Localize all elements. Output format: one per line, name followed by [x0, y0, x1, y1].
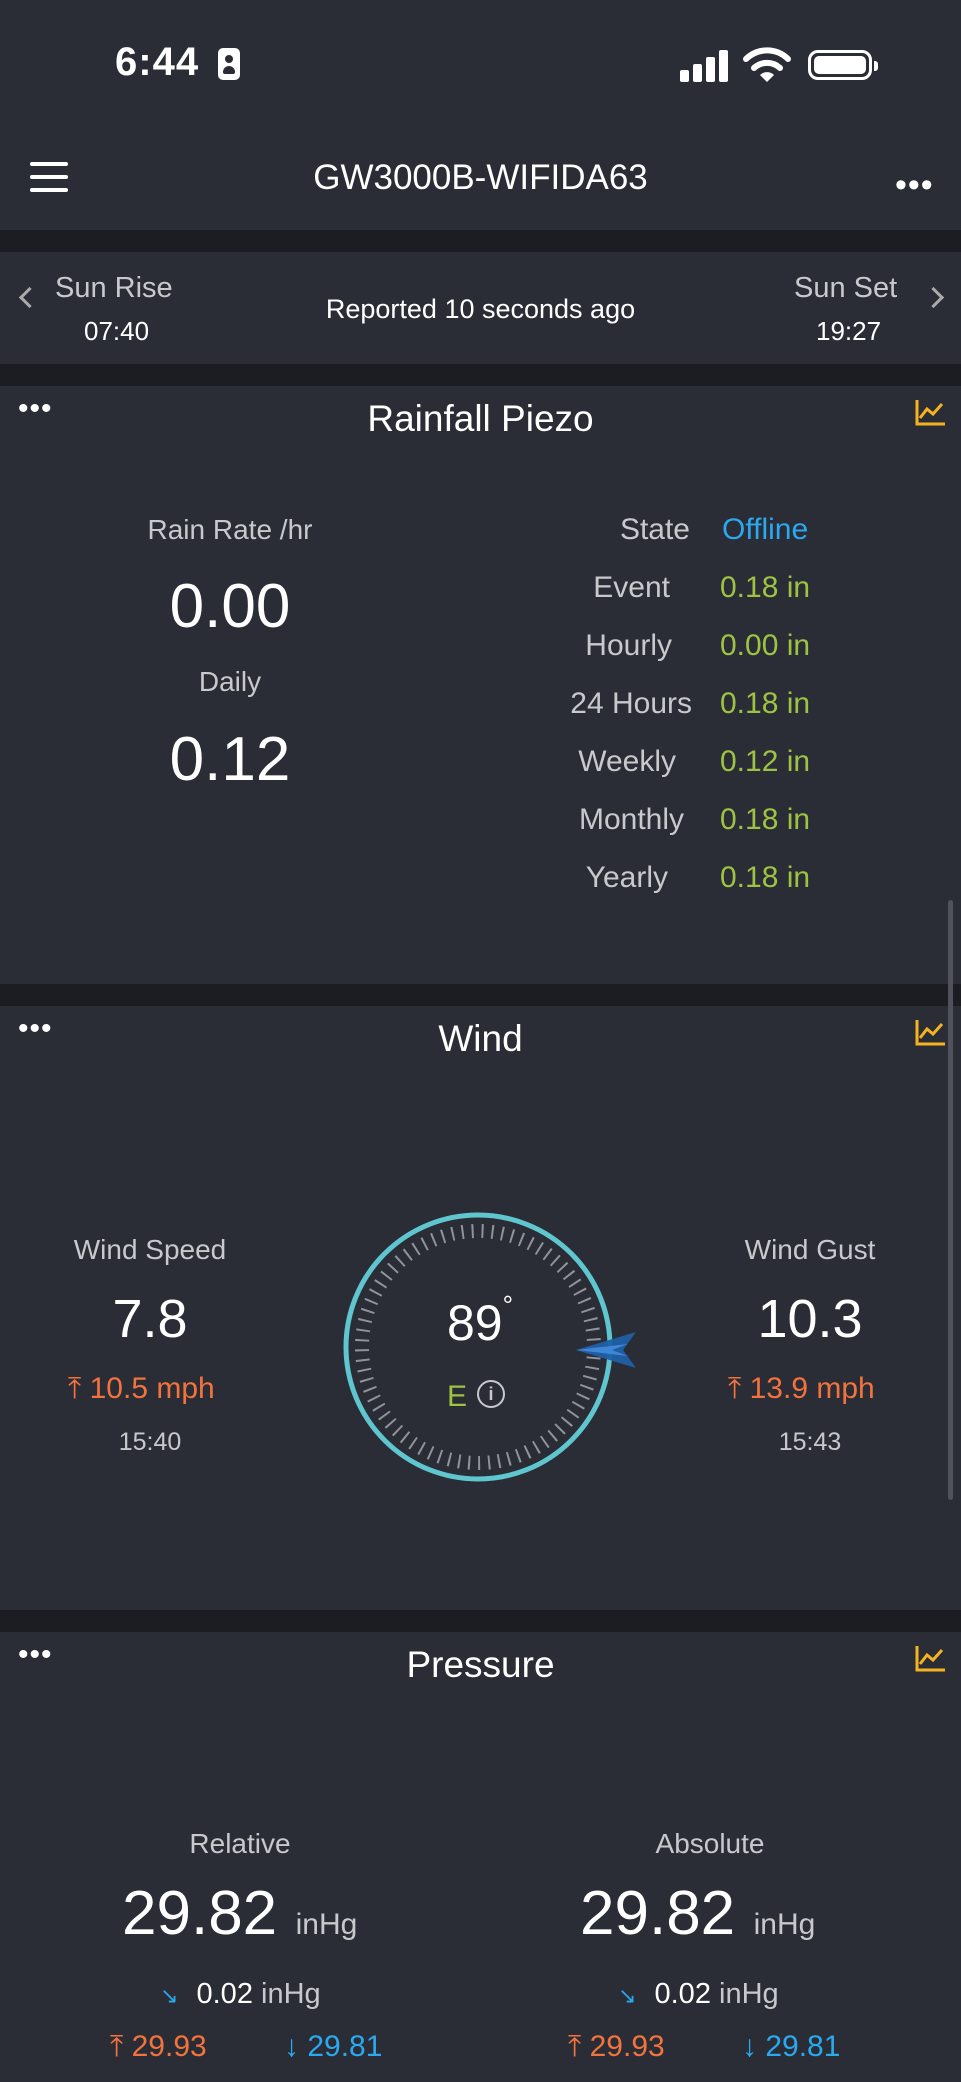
- wind-gust-max: ⤒ 13.9 mph: [728, 1372, 875, 1405]
- rain-rate-value: 0.00: [169, 572, 291, 641]
- status-time: 6:44: [115, 40, 200, 84]
- wind-speed-value: 7.8: [112, 1289, 188, 1349]
- rain-row-value: 0.18 in: [720, 571, 811, 604]
- rain-row-value: 0.18 in: [720, 861, 811, 894]
- rainfall-card: ••• Rainfall Piezo Rain Rate /hr 0.00 Da…: [0, 386, 961, 984]
- wind-gust-label: Wind Gust: [744, 1234, 876, 1265]
- more-icon[interactable]: •••: [895, 166, 934, 205]
- arrow-up-icon: ⤒: [728, 1372, 742, 1405]
- rain-row-label: Yearly: [585, 861, 668, 894]
- daily-label: Daily: [198, 666, 262, 697]
- device-title: GW3000B-WIFIDA63: [313, 158, 648, 197]
- battery-icon: [808, 50, 878, 80]
- rain-rate-label: Rain Rate /hr: [147, 514, 313, 545]
- absolute-trend: ↘ 0.02 inHg: [618, 1978, 779, 2010]
- pressure-title: Pressure: [406, 1644, 555, 1685]
- wifi-icon: [743, 47, 791, 82]
- absolute-value: 29.82: [580, 1879, 736, 1948]
- rain-row-label: 24 Hours: [570, 687, 692, 720]
- daily-value: 0.12: [169, 725, 291, 794]
- arrow-down-icon: ↓: [742, 2030, 757, 2063]
- rain-row-label: Event: [593, 571, 670, 604]
- wind-gust-value: 10.3: [757, 1289, 863, 1349]
- pressure-card: ••• Pressure Relative 29.82 inHg ↘ 0.02 …: [0, 1632, 961, 2082]
- wind-speed-max: ⤒ 10.5 mph: [68, 1372, 215, 1405]
- trend-down-icon: ↘: [160, 1983, 179, 2008]
- id-card-icon: [218, 48, 240, 80]
- relative-low: ↓ 29.81: [284, 2030, 383, 2063]
- info-icon[interactable]: i: [477, 1380, 505, 1408]
- wind-direction-degrees: 89°: [446, 1290, 514, 1351]
- rain-row-label: Weekly: [578, 745, 676, 778]
- rain-row-value: 0.00 in: [720, 629, 811, 662]
- app-header: GW3000B-WIFIDA63 •••: [0, 120, 961, 230]
- absolute-high: ⤒ 29.93: [568, 2030, 665, 2063]
- relative-label: Relative: [189, 1828, 291, 1859]
- wind-card: ••• Wind Wind Speed 7.8 ⤒ 10.5 mph 15:40…: [0, 1006, 961, 1610]
- chart-icon[interactable]: [915, 398, 947, 426]
- wind-gust-time: 15:43: [778, 1428, 842, 1456]
- rainfall-title: Rainfall Piezo: [367, 398, 594, 439]
- arrow-down-icon: ↓: [284, 2030, 299, 2063]
- wind-title: Wind: [438, 1018, 523, 1059]
- arrow-up-icon: ⤒: [568, 2030, 582, 2063]
- chart-icon[interactable]: [915, 1644, 947, 1672]
- relative-high: ⤒ 29.93: [110, 2030, 207, 2063]
- relative-trend: ↘ 0.02 inHg: [160, 1978, 321, 2010]
- rain-row-label: Monthly: [578, 803, 684, 836]
- absolute-low: ↓ 29.81: [742, 2030, 841, 2063]
- arrow-up-icon: ⤒: [110, 2030, 124, 2063]
- sun-set-time: 19:27: [816, 316, 882, 346]
- scrollbar[interactable]: [948, 900, 953, 1500]
- relative-value-group: 29.82 inHg: [122, 1878, 357, 1949]
- trend-down-icon: ↘: [618, 1983, 637, 2008]
- rain-row-value: 0.18 in: [720, 687, 811, 720]
- relative-value: 29.82: [122, 1879, 278, 1948]
- wind-speed-label: Wind Speed: [73, 1234, 227, 1265]
- rain-row-label: Hourly: [585, 629, 672, 662]
- absolute-unit: inHg: [753, 1908, 816, 1941]
- sun-info-bar: Sun Rise 07:40 Reported 10 seconds ago S…: [0, 252, 961, 364]
- absolute-value-group: 29.82 inHg: [580, 1878, 815, 1949]
- rain-row-label: State: [619, 513, 690, 546]
- sun-set-label: Sun Set: [794, 272, 898, 304]
- absolute-label: Absolute: [655, 1828, 765, 1859]
- wind-speed-time: 15:40: [118, 1428, 182, 1456]
- rain-row-value: 0.12 in: [720, 745, 811, 778]
- rain-row-value: 0.18 in: [720, 803, 811, 836]
- cellular-signal-icon: [680, 50, 730, 82]
- arrow-up-icon: ⤒: [68, 1372, 82, 1405]
- status-bar: 6:44: [0, 0, 961, 120]
- relative-unit: inHg: [295, 1908, 358, 1941]
- state-value: Offline: [722, 513, 809, 546]
- wind-direction-cardinal: E: [447, 1380, 468, 1413]
- chart-icon[interactable]: [915, 1018, 947, 1046]
